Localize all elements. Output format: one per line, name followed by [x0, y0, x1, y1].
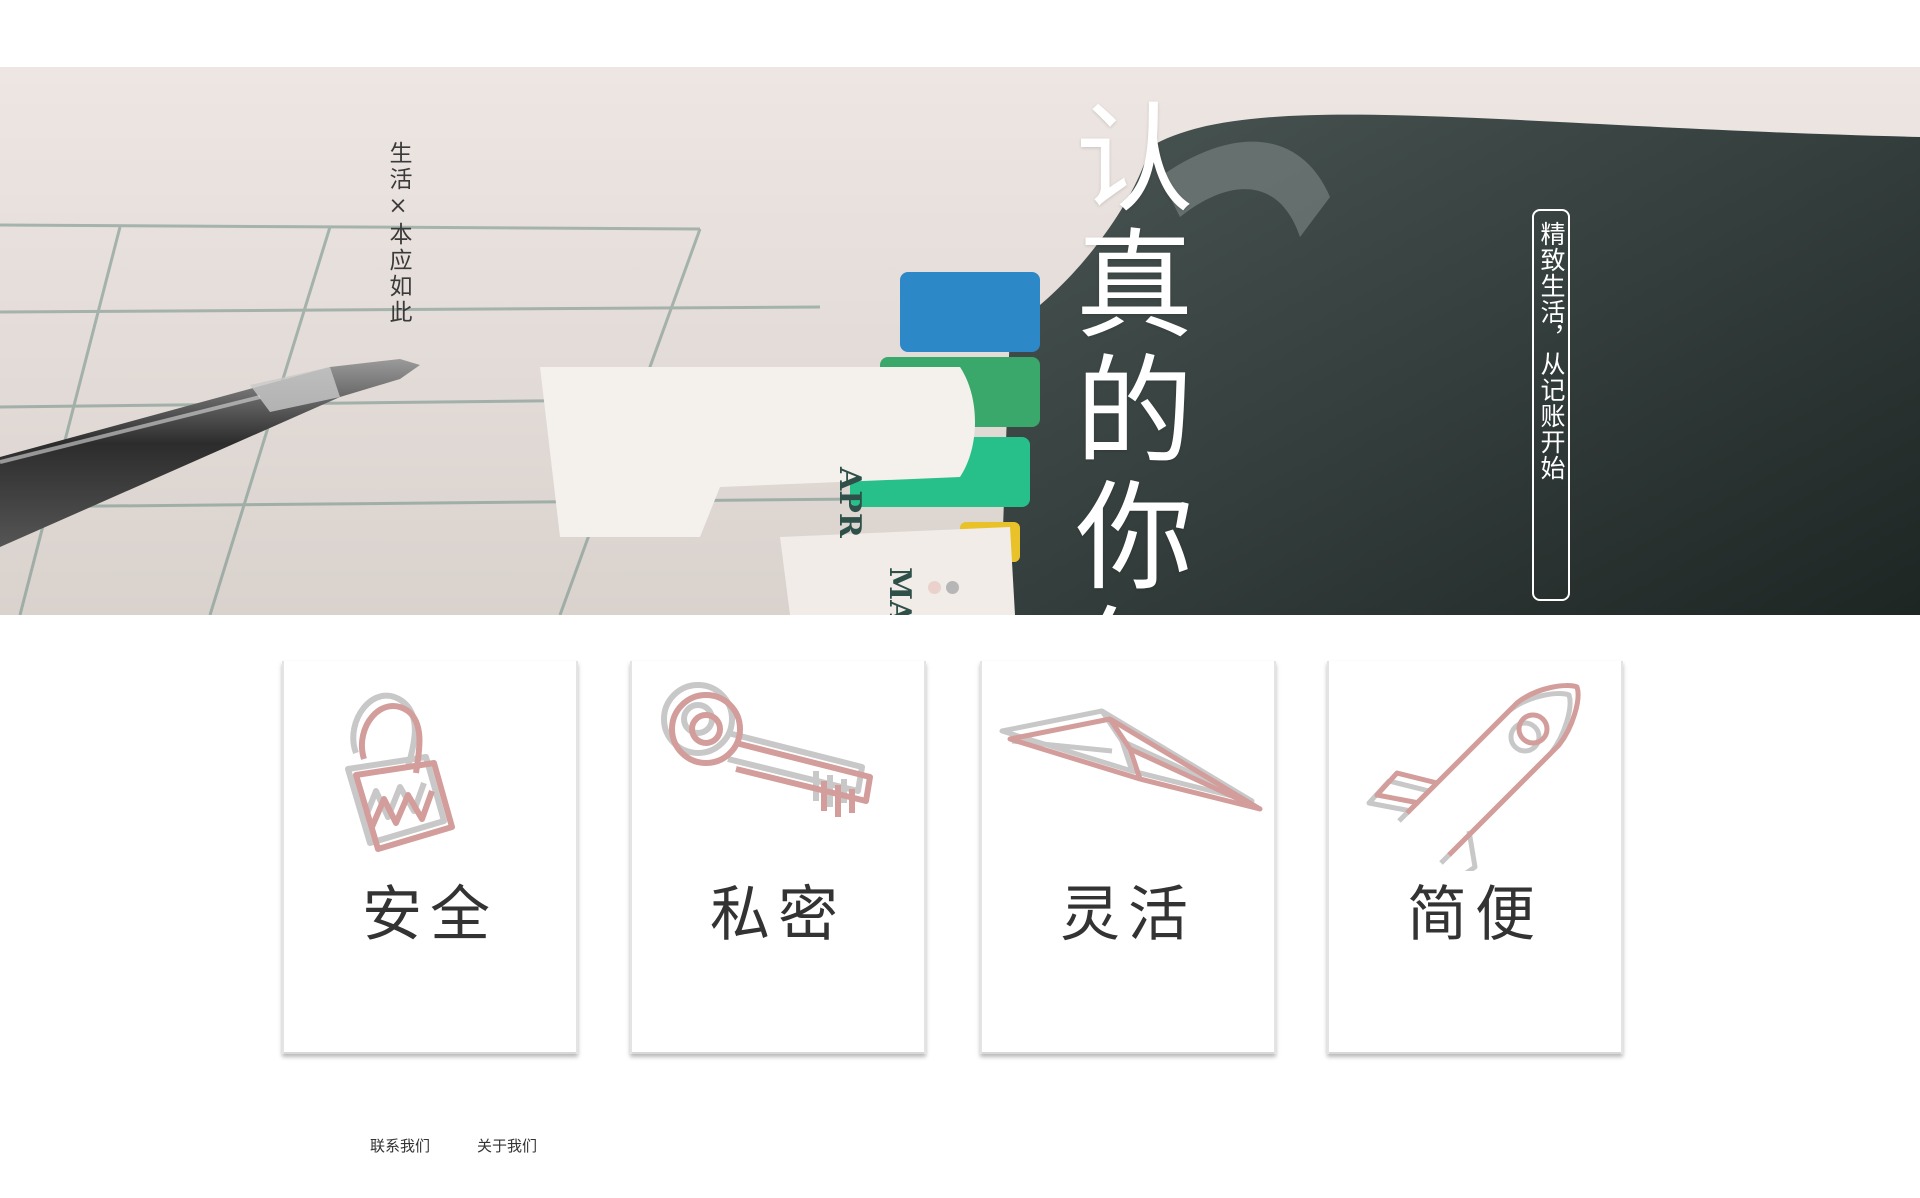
footer-link-about[interactable]: 关于我们 — [477, 1135, 537, 1156]
feature-card-security[interactable]: 安全 — [282, 661, 578, 1054]
feature-label-privacy: 私密 — [710, 880, 846, 950]
feature-card-flexible[interactable]: 灵活 — [980, 661, 1276, 1054]
hero-banner: APR MA 生活×本应如此 认真的你每一个致敬 精致生活，从记账开始 — [0, 67, 1920, 615]
feature-label-simple: 简便 — [1407, 880, 1543, 950]
feature-card-privacy[interactable]: 私密 — [630, 661, 926, 1054]
hero-subtitle: 精致生活，从记账开始 — [1537, 221, 1566, 481]
svg-text:MA: MA — [882, 567, 917, 615]
feature-card-simple[interactable]: 简便 — [1327, 661, 1623, 1054]
padlock-icon — [345, 692, 455, 852]
feature-label-security: 安全 — [362, 880, 498, 950]
hero-tagline: 生活×本应如此 — [385, 141, 411, 326]
paper-plane-icon — [999, 708, 1263, 812]
carousel-indicators — [928, 581, 959, 594]
rocket-icon — [1366, 683, 1581, 871]
feature-label-flexible: 灵活 — [1060, 880, 1196, 950]
key-icon — [661, 682, 873, 817]
footer-link-contact[interactable]: 联系我们 — [370, 1135, 430, 1156]
svg-text:APR: APR — [832, 466, 867, 539]
hero-background-photo: APR MA — [0, 67, 1920, 615]
hero-headline: 认真的你每一个致敬 — [1044, 97, 1204, 615]
carousel-dot-2[interactable] — [946, 581, 959, 594]
hero-subtitle-pill: 精致生活，从记账开始 — [1532, 209, 1570, 601]
carousel-dot-1[interactable] — [928, 581, 941, 594]
